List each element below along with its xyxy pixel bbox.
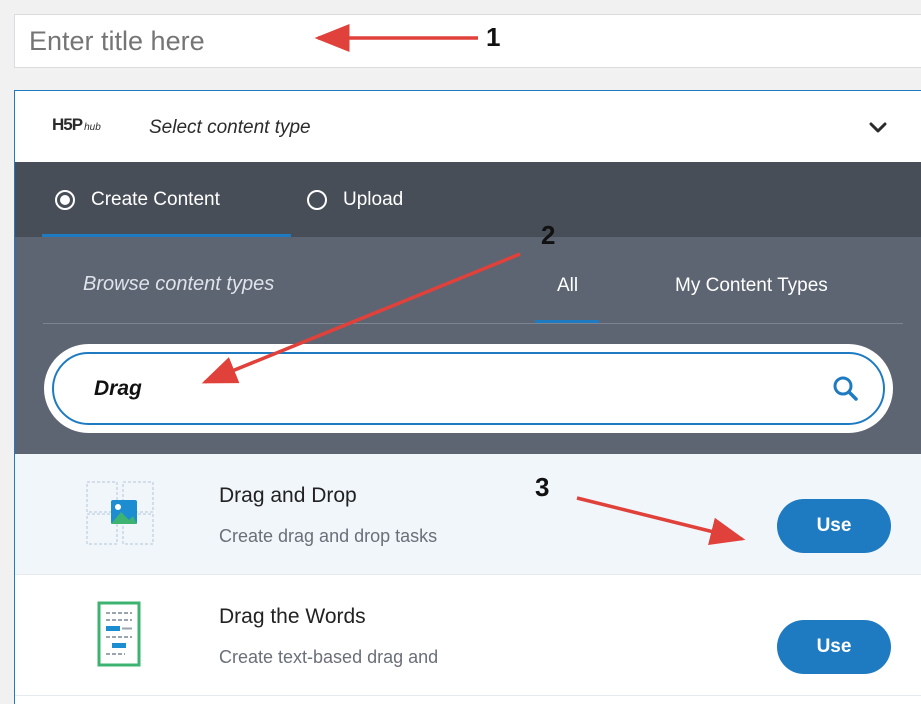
- search-field-frame: [52, 352, 885, 425]
- item-description: Create drag and drop tasks: [219, 526, 438, 546]
- h5p-hub-logo: H5P hub: [52, 115, 101, 135]
- browse-section: Browse content types All My Content Type…: [15, 237, 921, 454]
- page: H5Phub Select content type Create Conten…: [0, 0, 921, 704]
- chevron-down-icon[interactable]: [869, 121, 887, 135]
- filter-my-content-types[interactable]: My Content Types: [675, 275, 828, 297]
- filter-all[interactable]: All: [557, 275, 578, 297]
- tab-label: Upload: [343, 188, 404, 210]
- radio-unchecked-icon: [307, 189, 327, 210]
- tab-create-content[interactable]: Create Content: [42, 162, 291, 237]
- tab-upload[interactable]: Upload: [307, 162, 403, 237]
- drag-and-drop-icon: [86, 481, 154, 545]
- content-type-list: Drag and Drop Create drag and drop tasks…: [15, 454, 921, 696]
- select-content-type-label: Select content type: [149, 117, 311, 138]
- logo-sub: hub: [84, 122, 101, 133]
- tab-label: Create Content: [91, 188, 220, 210]
- radio-checked-icon: [55, 189, 75, 210]
- search-box: [44, 344, 893, 433]
- logo-text: H5P: [52, 115, 83, 134]
- hub-header[interactable]: H5P hub Select content type: [15, 91, 921, 162]
- browse-title: Browse content types: [83, 273, 275, 295]
- use-button[interactable]: Use: [777, 620, 891, 674]
- search-icon[interactable]: [831, 374, 859, 402]
- use-button[interactable]: Use: [777, 499, 891, 553]
- drag-the-words-icon: [97, 601, 141, 667]
- list-item[interactable]: Drag the Words Create text-based drag an…: [15, 575, 921, 696]
- search-input[interactable]: [94, 354, 794, 423]
- h5p-hub-panel: H5P hub Select content type Create Conten…: [14, 90, 921, 704]
- divider: [43, 323, 903, 324]
- item-title: Drag and Drop: [219, 484, 357, 507]
- title-input[interactable]: [14, 14, 921, 68]
- list-item[interactable]: Drag and Drop Create drag and drop tasks…: [15, 454, 921, 575]
- item-description: Create text-based drag and: [219, 647, 439, 667]
- item-title: Drag the Words: [219, 605, 366, 628]
- hub-tabs: Create Content Upload: [15, 162, 921, 237]
